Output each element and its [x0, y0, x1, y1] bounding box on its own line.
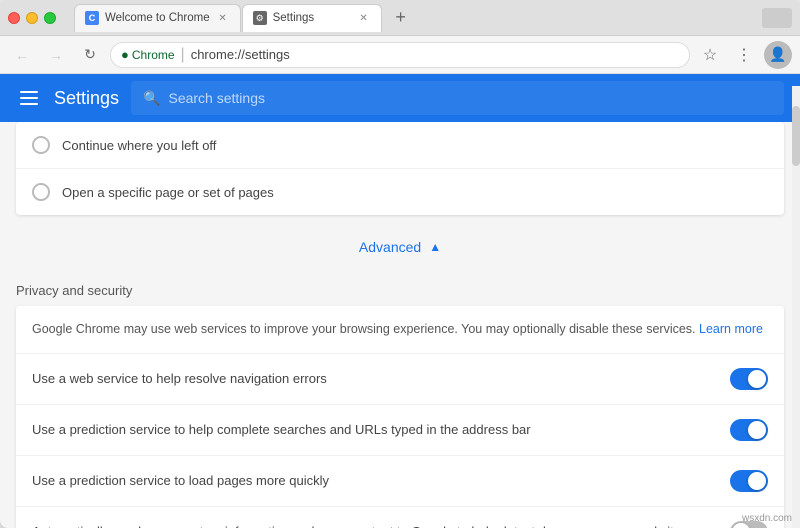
toggle-row-prediction-search: Use a prediction service to help complet… [16, 405, 784, 456]
tab-favicon-welcome: C [85, 11, 99, 25]
settings-page: Settings 🔍 Continue where you left off O… [0, 74, 800, 528]
scrollbar-thumb[interactable] [792, 106, 800, 166]
tab-title-welcome: Welcome to Chrome [105, 12, 210, 24]
tab-settings[interactable]: ⚙ Settings ✕ [242, 4, 382, 32]
address-bar: ← → ↻ ● Chrome | chrome://settings ☆ ⋮ 👤 [0, 36, 800, 74]
tab-favicon-settings: ⚙ [253, 11, 267, 25]
tab-close-welcome[interactable]: ✕ [216, 11, 230, 25]
hamburger-line-1 [20, 91, 38, 93]
privacy-info: Google Chrome may use web services to im… [16, 306, 784, 354]
settings-content: Continue where you left off Open a speci… [0, 122, 800, 528]
titlebar: C Welcome to Chrome ✕ ⚙ Settings ✕ + [0, 0, 800, 36]
tab-close-settings[interactable]: ✕ [357, 11, 371, 25]
radio-specific[interactable]: Open a specific page or set of pages [16, 169, 784, 215]
chevron-up-icon: ▲ [429, 240, 441, 254]
toggle-label-prediction-pages: Use a prediction service to load pages m… [32, 473, 718, 488]
back-button[interactable]: ← [8, 41, 36, 69]
traffic-lights [8, 12, 56, 24]
settings-page-title: Settings [54, 88, 119, 109]
toggle-knob-nav-errors [748, 370, 766, 388]
radio-continue[interactable]: Continue where you left off [16, 122, 784, 169]
refresh-button[interactable]: ↻ [76, 41, 104, 69]
maximize-button[interactable] [44, 12, 56, 24]
toggle-knob-prediction-pages [748, 472, 766, 490]
radio-specific-circle [32, 183, 50, 201]
radio-continue-circle [32, 136, 50, 154]
close-button[interactable] [8, 12, 20, 24]
toggle-nav-errors[interactable] [730, 368, 768, 390]
bookmark-button[interactable]: ☆ [696, 41, 724, 69]
chrome-icon: ● [121, 47, 129, 62]
address-separator: | [181, 46, 185, 64]
search-icon: 🔍 [143, 90, 160, 107]
more-button[interactable]: ⋮ [730, 41, 758, 69]
profile-button[interactable]: 👤 [764, 41, 792, 69]
toggle-label-nav-errors: Use a web service to help resolve naviga… [32, 371, 718, 386]
learn-more-link[interactable]: Learn more [699, 322, 763, 336]
address-box[interactable]: ● Chrome | chrome://settings [110, 42, 690, 68]
watermark: wsxdn.com [742, 513, 792, 524]
radio-continue-label: Continue where you left off [62, 138, 216, 153]
tab-welcome[interactable]: C Welcome to Chrome ✕ [74, 4, 241, 32]
new-tab-button[interactable]: + [387, 4, 415, 32]
toggle-label-prediction-search: Use a prediction service to help complet… [32, 422, 718, 437]
hamburger-line-2 [20, 97, 38, 99]
toggle-label-dangerous-apps: Automatically send some system informati… [32, 524, 718, 528]
privacy-section-label: Privacy and security [0, 271, 800, 306]
tab-bar: C Welcome to Chrome ✕ ⚙ Settings ✕ + [74, 4, 756, 32]
search-input[interactable] [168, 90, 772, 106]
toggle-row-prediction-pages: Use a prediction service to load pages m… [16, 456, 784, 507]
secure-label: Chrome [132, 48, 175, 62]
search-box[interactable]: 🔍 [131, 81, 784, 115]
address-text: chrome://settings [191, 47, 679, 62]
secure-indicator: ● Chrome [121, 47, 175, 62]
settings-header: Settings 🔍 [0, 74, 800, 122]
privacy-info-text: Google Chrome may use web services to im… [32, 322, 696, 336]
toggle-prediction-pages[interactable] [730, 470, 768, 492]
toggle-knob-prediction-search [748, 421, 766, 439]
toggle-row-dangerous-apps: Automatically send some system informati… [16, 507, 784, 528]
toggle-prediction-search[interactable] [730, 419, 768, 441]
toggle-row-nav-errors: Use a web service to help resolve naviga… [16, 354, 784, 405]
radio-specific-label: Open a specific page or set of pages [62, 185, 274, 200]
browser-window: C Welcome to Chrome ✕ ⚙ Settings ✕ + ← →… [0, 0, 800, 528]
tab-title-settings: Settings [273, 12, 351, 24]
scrollbar-track [792, 86, 800, 528]
window-controls [762, 8, 792, 28]
forward-button[interactable]: → [42, 41, 70, 69]
hamburger-menu-button[interactable] [16, 87, 42, 109]
advanced-row[interactable]: Advanced ▲ [0, 223, 800, 271]
privacy-card: Google Chrome may use web services to im… [16, 306, 784, 528]
minimize-button[interactable] [26, 12, 38, 24]
hamburger-line-3 [20, 103, 38, 105]
on-startup-card: Continue where you left off Open a speci… [16, 122, 784, 215]
advanced-label: Advanced [359, 239, 421, 255]
